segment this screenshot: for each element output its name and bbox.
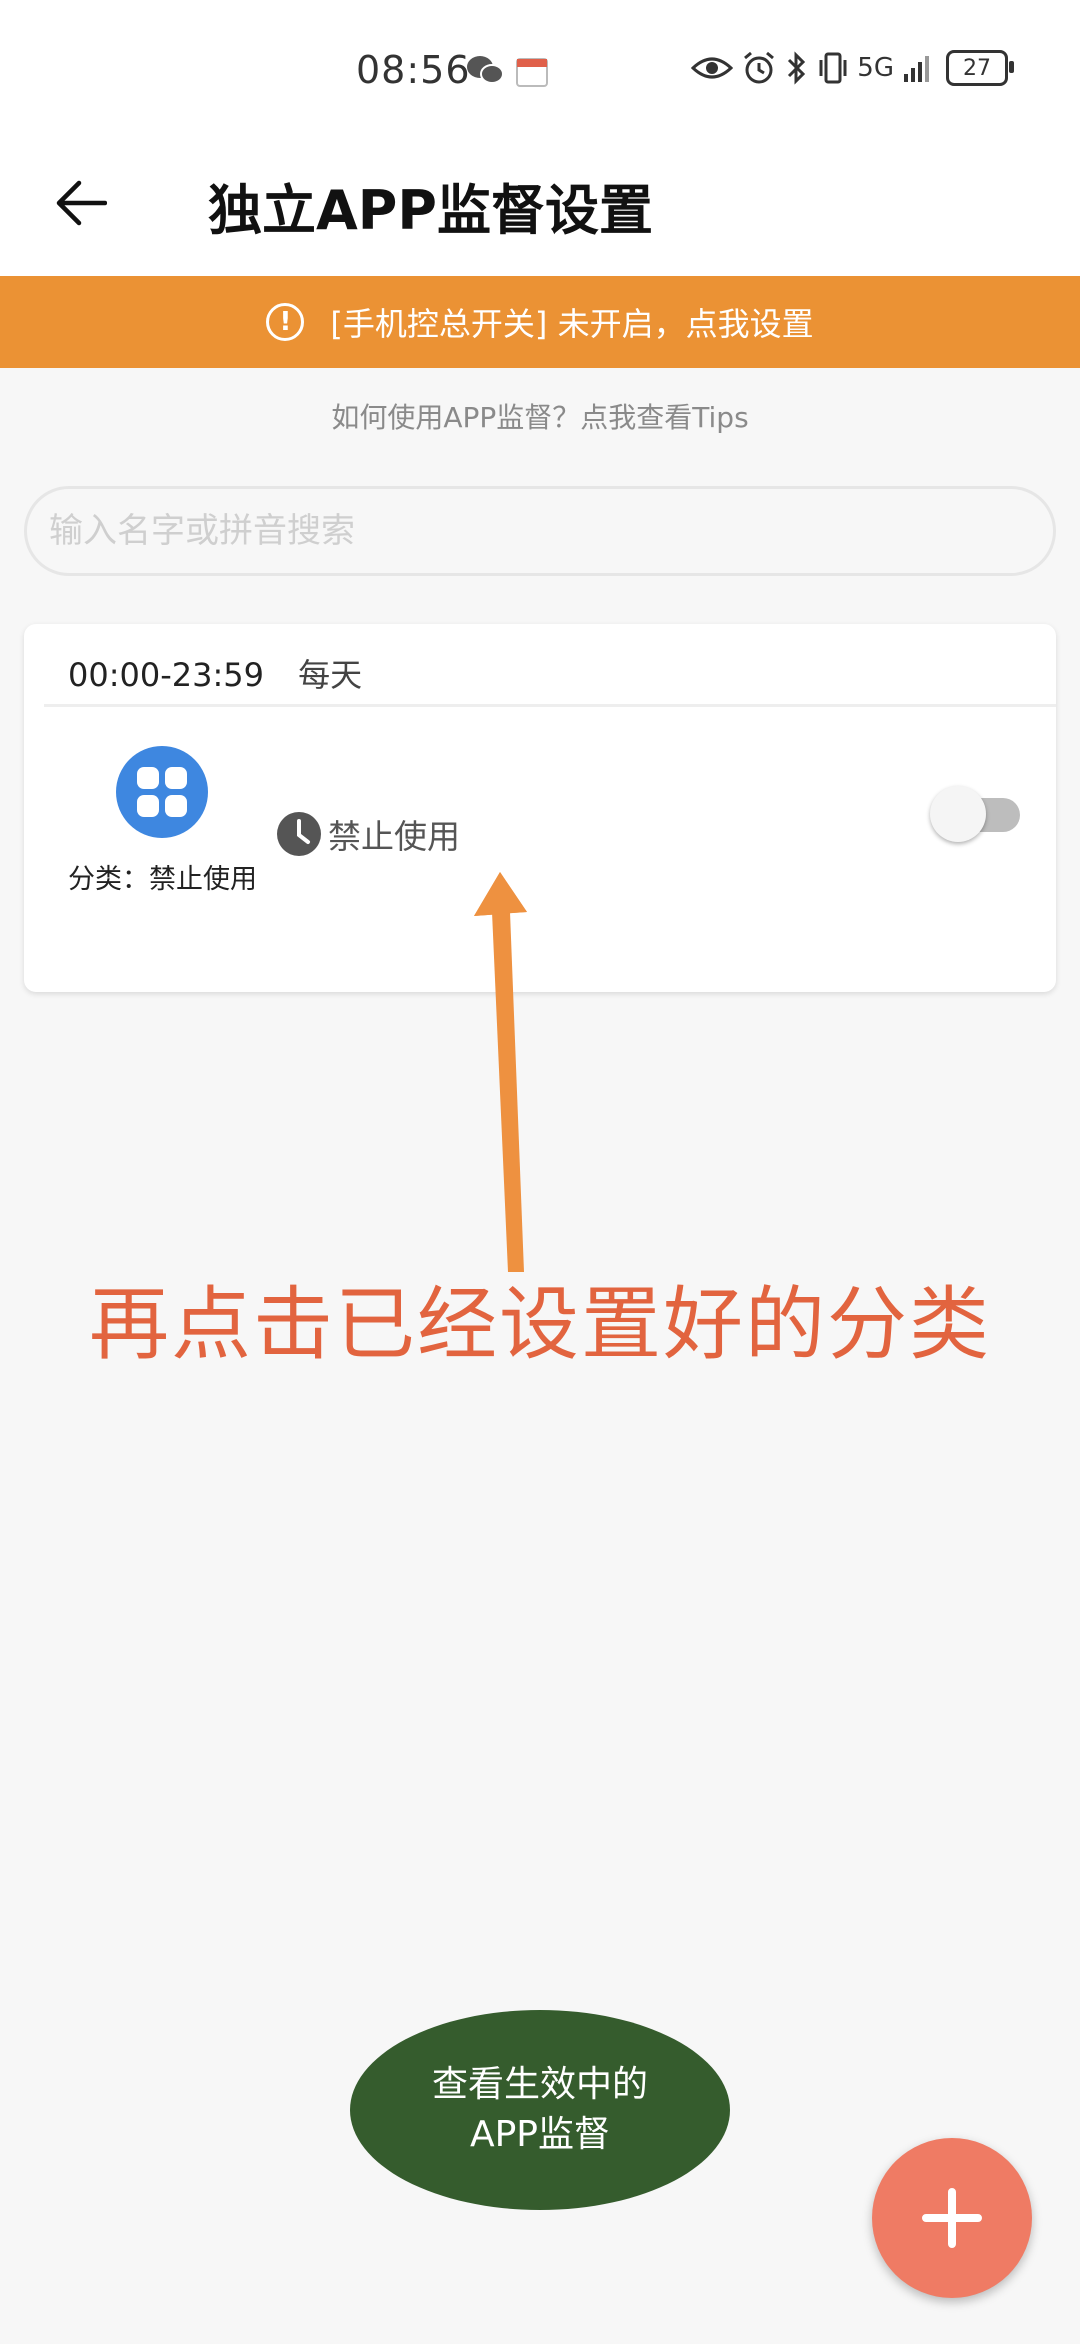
search-box — [24, 486, 1056, 576]
category-grid-icon[interactable] — [116, 746, 208, 838]
category-label: 分类：禁止使用 — [68, 864, 257, 895]
mode-label: 禁止使用 — [328, 817, 460, 856]
banner-text: [手机控总开关] 未开启，点我设置 — [330, 305, 814, 343]
eye-icon — [691, 57, 734, 79]
master-switch-banner[interactable]: ! [手机控总开关] 未开启，点我设置 — [0, 276, 1080, 368]
time-range: 00:00-23:59 — [68, 656, 264, 694]
system-icons: 5G 27 — [691, 50, 1014, 86]
battery-level: 27 — [963, 55, 991, 81]
annotation-text: 再点击已经设置好的分类 — [89, 1278, 991, 1371]
vibrate-icon — [819, 52, 847, 84]
wechat-icon — [467, 56, 504, 84]
notification-icons — [466, 54, 550, 88]
status-time: 08:56 — [356, 48, 471, 92]
tips-link[interactable]: 如何使用APP监督？点我查看Tips — [0, 396, 1080, 436]
arrow-left-icon — [56, 180, 107, 226]
clock-icon — [277, 812, 321, 856]
toggle-knob — [930, 786, 986, 842]
active-supervision-button[interactable]: 查看生效中的 APP监督 — [350, 2010, 730, 2210]
divider — [44, 704, 1056, 707]
status-bar: 08:56 5G 27 — [0, 0, 1080, 140]
mode-indicator[interactable]: 禁止使用 — [276, 810, 460, 858]
plus-icon — [922, 2188, 982, 2248]
signal-icon — [904, 56, 929, 82]
calendar-icon — [516, 58, 548, 87]
schedule-header: 00:00-23:59 每天 — [68, 650, 362, 696]
page-title: 独立APP监督设置 — [208, 179, 653, 242]
alarm-icon — [744, 51, 775, 84]
network-type: 5G — [857, 53, 894, 83]
schedule-card[interactable]: 00:00-23:59 每天 分类：禁止使用 禁止使用 — [24, 624, 1056, 992]
bubble-line1: 查看生效中的 — [431, 2064, 648, 2105]
bubble-line2: APP监督 — [469, 2114, 611, 2155]
app-header: 独立APP监督设置 — [0, 140, 1080, 276]
exclamation-icon: ! — [266, 303, 305, 341]
search-input[interactable] — [27, 489, 1053, 573]
repeat-day: 每天 — [298, 656, 363, 694]
back-button[interactable] — [46, 168, 116, 238]
add-button[interactable] — [872, 2138, 1032, 2298]
bluetooth-icon — [788, 51, 806, 85]
battery-icon: 27 — [946, 50, 1014, 86]
enable-toggle[interactable] — [930, 784, 1026, 842]
